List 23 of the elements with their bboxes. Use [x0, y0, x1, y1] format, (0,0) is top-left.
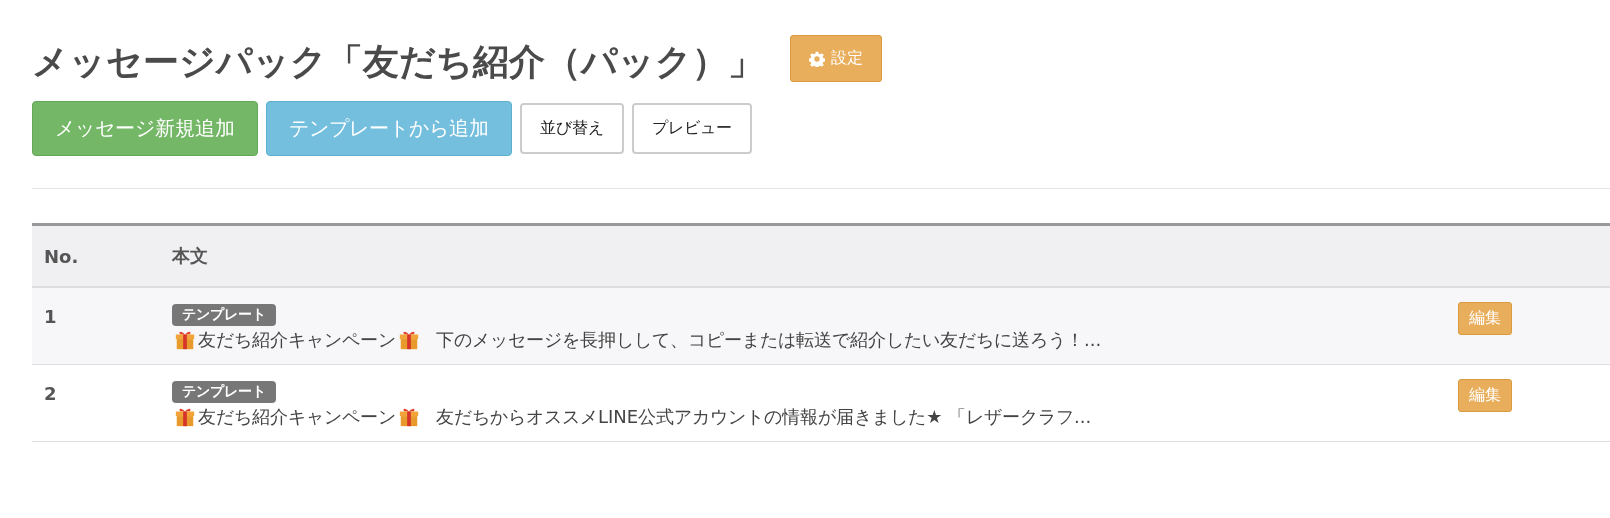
campaign-text: 友だち紹介キャンペーン [198, 328, 396, 352]
gift-icon [174, 329, 196, 351]
column-header: 本文 [160, 224, 1446, 287]
action-button[interactable]: プレビュー [632, 103, 752, 154]
page-title: メッセージパック「友だち紹介（パック）」 [32, 40, 764, 84]
campaign-text: 友だち紹介キャンペーン [198, 405, 396, 429]
template-tag: テンプレート [172, 304, 276, 326]
gift-icon [398, 329, 420, 351]
message-text: 下のメッセージを長押しして、コピーまたは転送で紹介したい友だちに送ろう！... [436, 328, 1102, 352]
settings-icon [809, 50, 825, 67]
column-header: No. [32, 224, 160, 287]
action-button[interactable]: 並び替え [520, 103, 624, 154]
settings-button[interactable]: 設定 [790, 35, 882, 82]
edit-button[interactable]: 編集 [1458, 379, 1512, 412]
message-text: 友だちからオススメLINE公式アカウントの情報が届きました★ 「レザークラフ... [436, 405, 1092, 429]
gift-icon [398, 406, 420, 428]
row-number: 2 [44, 383, 57, 404]
gift-icon [174, 406, 196, 428]
template-tag: テンプレート [172, 381, 276, 403]
edit-button[interactable]: 編集 [1458, 302, 1512, 335]
action-button[interactable]: テンプレートから追加 [266, 101, 512, 156]
row-number: 1 [44, 306, 57, 327]
action-button[interactable]: メッセージ新規追加 [32, 101, 258, 156]
